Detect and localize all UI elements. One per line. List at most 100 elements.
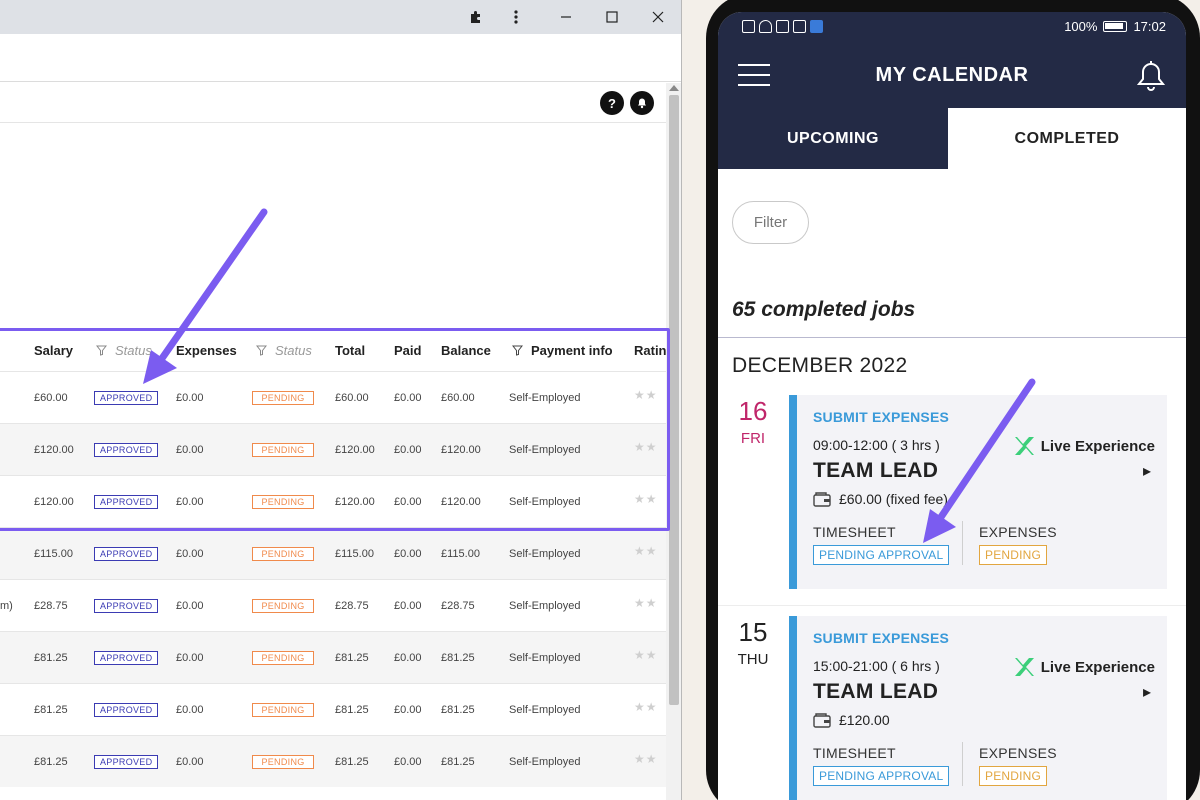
- cell-payment-info: Self-Employed: [509, 444, 581, 456]
- job-time: 09:00-12:00 ( 3 hrs ): [813, 437, 940, 453]
- column-header-paid[interactable]: Paid: [394, 343, 421, 358]
- cell-paid: £0.00: [394, 496, 422, 508]
- table-row[interactable]: £81.25 £0.00 £81.25 £0.00 £81.25 Self-Employe…: [0, 735, 666, 787]
- cell-balance: £81.25: [441, 652, 475, 664]
- bell-icon[interactable]: [630, 91, 654, 115]
- cell-total: £115.00: [335, 548, 374, 560]
- column-header-status-expenses[interactable]: Status: [256, 343, 312, 358]
- puzzle-icon[interactable]: [464, 5, 488, 29]
- browser-window: ? Salary Status Expenses Status Total Pa…: [0, 0, 682, 800]
- rating-stars[interactable]: ★★: [634, 492, 658, 506]
- status-badge-pending: PENDING: [252, 547, 314, 561]
- column-header-rating[interactable]: Ratin: [634, 343, 667, 358]
- filter-funnel-icon[interactable]: [256, 345, 267, 356]
- cell-paid: £0.00: [394, 444, 422, 456]
- cell-total: £120.00: [335, 444, 375, 456]
- status-badge-approved: APPROVED: [94, 599, 159, 613]
- notification-bell-icon[interactable]: [1136, 60, 1166, 97]
- battery-percent: 100%: [1064, 19, 1098, 34]
- cell-paid: £0.00: [394, 548, 422, 560]
- table-row[interactable]: £120.00 £0.00 £120.00 £0.00 £120.00 Self-Empl…: [0, 423, 666, 475]
- cell-total: £120.00: [335, 496, 375, 508]
- cell-total: £81.25: [335, 704, 369, 716]
- table-row[interactable]: £81.25 £0.00 £81.25 £0.00 £81.25 Self-Employe…: [0, 631, 666, 683]
- status-badge-approved: APPROVED: [94, 547, 159, 561]
- status-badge-pending: PENDING: [252, 651, 314, 665]
- cell-salary: £120.00: [34, 496, 74, 508]
- nfc-icon: [793, 20, 806, 33]
- filter-funnel-icon[interactable]: [512, 345, 523, 356]
- company-logo-icon: [1014, 437, 1034, 455]
- rating-stars[interactable]: ★★: [634, 596, 658, 610]
- status-badge-approved: APPROVED: [94, 703, 159, 717]
- rating-stars[interactable]: ★★: [634, 700, 658, 714]
- minimize-icon[interactable]: [554, 5, 578, 29]
- column-header-status-label: Status: [115, 343, 152, 358]
- company-logo-icon: [1014, 658, 1034, 676]
- company-name: Live Experience: [1013, 656, 1155, 678]
- battery-icon: [1103, 21, 1128, 32]
- chevron-right-icon[interactable]: ▸: [1143, 682, 1151, 702]
- app-toolbar: ?: [0, 83, 666, 123]
- job-separator: [718, 605, 1186, 606]
- notification-icon: [742, 20, 755, 33]
- help-icon[interactable]: ?: [600, 91, 624, 115]
- table-row[interactable]: £60.00 £0.00 £60.00 £0.00 £60.00 Self-Employe…: [0, 371, 666, 423]
- tab-upcoming[interactable]: UPCOMING: [718, 108, 948, 169]
- chevron-right-icon[interactable]: ▸: [1143, 461, 1151, 481]
- wifi-icon: [759, 20, 772, 33]
- submit-expenses-link[interactable]: SUBMIT EXPENSES: [813, 409, 949, 425]
- tab-completed[interactable]: COMPLETED: [948, 108, 1186, 169]
- column-header-expenses[interactable]: Expenses: [176, 343, 237, 358]
- cell-expenses: £0.00: [176, 600, 204, 612]
- cell-salary: £60.00: [34, 392, 68, 404]
- job-card[interactable]: SUBMIT EXPENSES 09:00-12:00 ( 3 hrs ) Live…: [789, 395, 1167, 589]
- expenses-status-badge: PENDING: [979, 545, 1048, 565]
- column-header-salary[interactable]: Salary: [34, 343, 73, 358]
- column-header-balance[interactable]: Balance: [441, 343, 491, 358]
- status-badge-pending: PENDING: [252, 495, 314, 509]
- screenshot-stage: ? Salary Status Expenses Status Total Pa…: [0, 0, 1200, 800]
- address-bar-area[interactable]: [0, 34, 681, 82]
- table-row[interactable]: m) £28.75 £0.00 £28.75 £0.00 £28.75 Self-Emplo…: [0, 579, 666, 631]
- rating-stars[interactable]: ★★: [634, 388, 658, 402]
- rating-stars[interactable]: ★★: [634, 440, 658, 454]
- column-header-payment-info[interactable]: Payment info: [512, 343, 613, 358]
- filter-button[interactable]: Filter: [732, 201, 809, 244]
- table-row[interactable]: £115.00 £0.00 £115.00 £0.00 £115.00 Self-Empl…: [0, 527, 666, 579]
- cell-balance: £81.25: [441, 704, 475, 716]
- wallet-icon: [813, 492, 831, 507]
- company-name: Live Experience: [1013, 435, 1155, 457]
- close-icon[interactable]: [646, 5, 670, 29]
- job-fee: £60.00 (fixed fee): [813, 491, 948, 507]
- column-header-total[interactable]: Total: [335, 343, 365, 358]
- submit-expenses-link[interactable]: SUBMIT EXPENSES: [813, 630, 949, 646]
- filter-funnel-icon[interactable]: [96, 345, 107, 356]
- status-badge-pending: PENDING: [252, 755, 314, 769]
- cell-balance: £60.00: [441, 392, 475, 404]
- more-vert-icon[interactable]: [504, 5, 528, 29]
- status-badge-approved: APPROVED: [94, 651, 159, 665]
- job-card[interactable]: SUBMIT EXPENSES 15:00-21:00 ( 6 hrs ) Live…: [789, 616, 1167, 800]
- cell-balance: £28.75: [441, 600, 475, 612]
- company-name-label: Live Experience: [1040, 658, 1155, 676]
- timesheet-label: TIMESHEET: [813, 745, 896, 761]
- table-row[interactable]: £81.25 £0.00 £81.25 £0.00 £81.25 Self-Employe…: [0, 683, 666, 735]
- scroll-up-arrow-icon[interactable]: [669, 85, 679, 91]
- cell-expenses: £0.00: [176, 392, 204, 404]
- table-row[interactable]: £120.00 £0.00 £120.00 £0.00 £120.00 Self-Empl…: [0, 475, 666, 527]
- rating-stars[interactable]: ★★: [634, 544, 658, 558]
- day-number: 16: [738, 396, 768, 426]
- scrollbar-thumb[interactable]: [669, 95, 679, 705]
- job-time: 15:00-21:00 ( 6 hrs ): [813, 658, 940, 674]
- rating-stars[interactable]: ★★: [634, 648, 658, 662]
- cell-balance: £81.25: [441, 756, 475, 768]
- column-header-status[interactable]: Status: [96, 343, 152, 358]
- rating-stars[interactable]: ★★: [634, 752, 658, 766]
- cell-total: £81.25: [335, 756, 369, 768]
- cell-payment-info: Self-Employed: [509, 652, 581, 664]
- maximize-icon[interactable]: [600, 5, 624, 29]
- cell-expenses: £0.00: [176, 704, 204, 716]
- day-number: 15: [738, 617, 768, 647]
- cell-salary: £81.25: [34, 652, 68, 664]
